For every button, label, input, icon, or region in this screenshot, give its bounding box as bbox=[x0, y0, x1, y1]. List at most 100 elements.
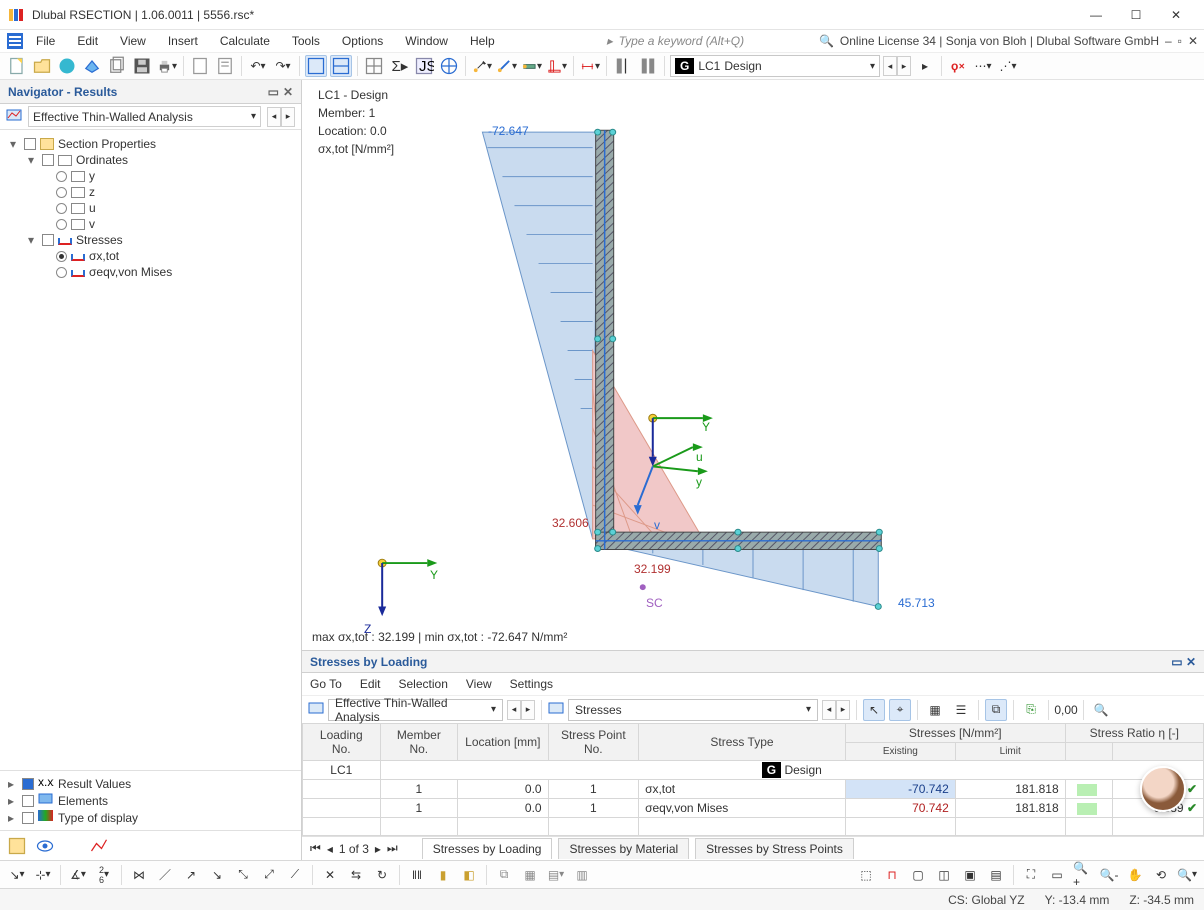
bb-sel2-icon[interactable]: ↘ bbox=[206, 864, 228, 886]
tree-toggle-icon[interactable]: ▸ bbox=[4, 811, 18, 825]
tree-toggle-icon[interactable]: ▸ bbox=[4, 777, 18, 791]
nav-tab-display-icon[interactable] bbox=[34, 835, 56, 857]
tool-element-icon[interactable]: ▾ bbox=[521, 55, 543, 77]
tab-stresses-material[interactable]: Stresses by Material bbox=[558, 838, 689, 859]
bb-pan-icon[interactable]: ✋ bbox=[1124, 864, 1146, 886]
menu-window[interactable]: Window bbox=[395, 32, 458, 50]
panel-tool-cursor-icon[interactable]: ↖ bbox=[863, 699, 885, 721]
bb-bar2-icon[interactable]: ◧ bbox=[458, 864, 480, 886]
bb-bars-icon[interactable]: ‖‖ bbox=[406, 864, 428, 886]
tree-result-values[interactable]: Result Values bbox=[58, 777, 131, 791]
pager-first-icon[interactable]: ⏮ bbox=[310, 841, 321, 856]
bb-view-magnet-icon[interactable]: ⊓ bbox=[881, 864, 903, 886]
tree-checkbox[interactable] bbox=[24, 138, 36, 150]
bb-rot-icon[interactable]: ↻ bbox=[371, 864, 393, 886]
menu-file[interactable]: File bbox=[26, 32, 65, 50]
tree-elements[interactable]: Elements bbox=[58, 794, 108, 808]
tool-grid-icon[interactable] bbox=[363, 55, 385, 77]
tree-ordinate-z[interactable]: z bbox=[89, 185, 95, 199]
bb-grp4-icon[interactable]: ▥ bbox=[571, 864, 593, 886]
license-search-icon[interactable]: 🔍 bbox=[819, 34, 834, 48]
keyword-search[interactable]: ▸ Type a keyword (Alt+Q) bbox=[607, 34, 745, 48]
th-limit[interactable]: Limit bbox=[955, 743, 1065, 761]
tool-align-icon[interactable] bbox=[612, 55, 634, 77]
tree-toggle-icon[interactable]: ▾ bbox=[6, 137, 20, 151]
navigator-close-icon[interactable]: ✕ bbox=[283, 85, 293, 99]
th-location[interactable]: Location [mm] bbox=[458, 724, 548, 761]
th-sp[interactable]: Stress Point No. bbox=[548, 724, 638, 761]
tool-calc-icon[interactable]: Σ▸ bbox=[388, 55, 410, 77]
pager-prev-icon[interactable]: ◂ bbox=[327, 842, 333, 856]
bb-zoom-prev-icon[interactable]: ⟲ bbox=[1150, 864, 1172, 886]
tree-radio[interactable] bbox=[56, 267, 67, 278]
tree-checkbox[interactable] bbox=[42, 154, 54, 166]
tree-ordinate-u[interactable]: u bbox=[89, 201, 96, 215]
panel-tool-info-icon[interactable]: 🔍 bbox=[1090, 699, 1112, 721]
panel-analysis-selector[interactable]: Effective Thin-Walled Analysis▾ bbox=[328, 699, 503, 721]
panel-tool-export-icon[interactable]: ⎘ bbox=[1020, 699, 1042, 721]
tree-stress-mises[interactable]: σeqv,von Mises bbox=[89, 265, 172, 279]
tool-table2-icon[interactable] bbox=[330, 55, 352, 77]
graphics-canvas[interactable]: LC1 - Design Member: 1 Location: 0.0 σx,… bbox=[302, 80, 1204, 650]
tool-copy-icon[interactable] bbox=[106, 55, 128, 77]
bb-zoom-sel-icon[interactable]: ▭ bbox=[1046, 864, 1068, 886]
tree-ordinate-y[interactable]: y bbox=[89, 169, 95, 183]
tool-globe-icon[interactable] bbox=[438, 55, 460, 77]
tool-save-icon[interactable] bbox=[131, 55, 153, 77]
menu-options[interactable]: Options bbox=[332, 32, 393, 50]
panel-menu-edit[interactable]: Edit bbox=[360, 677, 381, 691]
tree-checkbox[interactable] bbox=[22, 812, 34, 824]
tool-script-icon[interactable]: JS bbox=[413, 55, 435, 77]
menu-view[interactable]: View bbox=[110, 32, 156, 50]
tree-stress-sigma[interactable]: σx,tot bbox=[89, 249, 119, 263]
panel-dock-icon[interactable]: ▭ bbox=[1171, 655, 1182, 669]
th-existing[interactable]: Existing bbox=[845, 743, 955, 761]
tool-cloud-icon[interactable] bbox=[56, 55, 78, 77]
bb-view-box-icon[interactable]: ▢ bbox=[907, 864, 929, 886]
navigator-tree[interactable]: ▾ Section Properties ▾ Ordinates y z u v… bbox=[0, 130, 301, 770]
tree-display-type[interactable]: Type of display bbox=[58, 811, 138, 825]
tool-align2-icon[interactable] bbox=[637, 55, 659, 77]
tool-undo-icon[interactable]: ↶▾ bbox=[247, 55, 269, 77]
tool-node-icon[interactable]: ▾ bbox=[471, 55, 493, 77]
bb-view-box4-icon[interactable]: ▤ bbox=[985, 864, 1007, 886]
menu-help[interactable]: Help bbox=[460, 32, 505, 50]
inner-close-button[interactable]: ✕ bbox=[1188, 34, 1198, 48]
bb-zoom-menu-icon[interactable]: 🔍▾ bbox=[1176, 864, 1198, 886]
pager-next-icon[interactable]: ▸ bbox=[375, 842, 381, 856]
navigator-dock-icon[interactable]: ▭ bbox=[268, 85, 279, 99]
bb-icon[interactable]: ↘▾ bbox=[6, 864, 28, 886]
bb-snap-num-icon[interactable]: 26▾ bbox=[93, 864, 115, 886]
panel-result-selector[interactable]: Stresses▾ bbox=[568, 699, 818, 721]
results-table[interactable]: Loading No. Member No. Location [mm] Str… bbox=[302, 723, 1204, 836]
tree-checkbox[interactable] bbox=[42, 234, 54, 246]
panel-analysis-nav[interactable]: ◂▸ bbox=[507, 700, 535, 720]
pager-last-icon[interactable]: ⏭ bbox=[387, 841, 398, 856]
tool-results-toggle-icon[interactable]: ϙ✕ bbox=[947, 55, 969, 77]
menu-edit[interactable]: Edit bbox=[67, 32, 108, 50]
assistant-avatar[interactable] bbox=[1140, 766, 1186, 812]
panel-menu-goto[interactable]: Go To bbox=[310, 677, 342, 691]
menu-insert[interactable]: Insert bbox=[158, 32, 208, 50]
tool-redo-icon[interactable]: ↷▾ bbox=[272, 55, 294, 77]
bb-sel5-icon[interactable]: ⟋ bbox=[284, 864, 306, 886]
th-loading-no[interactable]: Loading No. bbox=[303, 724, 381, 761]
bb-grp2-icon[interactable]: ▦ bbox=[519, 864, 541, 886]
tool-section-icon[interactable]: ▾ bbox=[546, 55, 568, 77]
tool-dimension-icon[interactable]: ▾ bbox=[579, 55, 601, 77]
panel-close-icon[interactable]: ✕ bbox=[1186, 655, 1196, 669]
bb-sel4-icon[interactable]: ⤢ bbox=[258, 864, 280, 886]
tool-line-icon[interactable]: ▾ bbox=[496, 55, 518, 77]
analysis-prev-next[interactable]: ◂▸ bbox=[267, 107, 295, 127]
tab-stresses-stress-points[interactable]: Stresses by Stress Points bbox=[695, 838, 854, 859]
tool-print-icon[interactable]: ▾ bbox=[156, 55, 178, 77]
bb-icon[interactable]: ⊹▾ bbox=[32, 864, 54, 886]
nav-tab-data-icon[interactable] bbox=[6, 835, 28, 857]
tool-open-icon[interactable] bbox=[31, 55, 53, 77]
bb-mirror-icon[interactable]: ⇆ bbox=[345, 864, 367, 886]
panel-tool-decimals-icon[interactable]: 0,00 bbox=[1055, 699, 1077, 721]
bb-x-icon[interactable]: ✕ bbox=[319, 864, 341, 886]
bb-view-box3-icon[interactable]: ▣ bbox=[959, 864, 981, 886]
bb-bar1-icon[interactable]: ▮ bbox=[432, 864, 454, 886]
loadcase-prev-next[interactable]: ◂▸ bbox=[883, 56, 911, 76]
